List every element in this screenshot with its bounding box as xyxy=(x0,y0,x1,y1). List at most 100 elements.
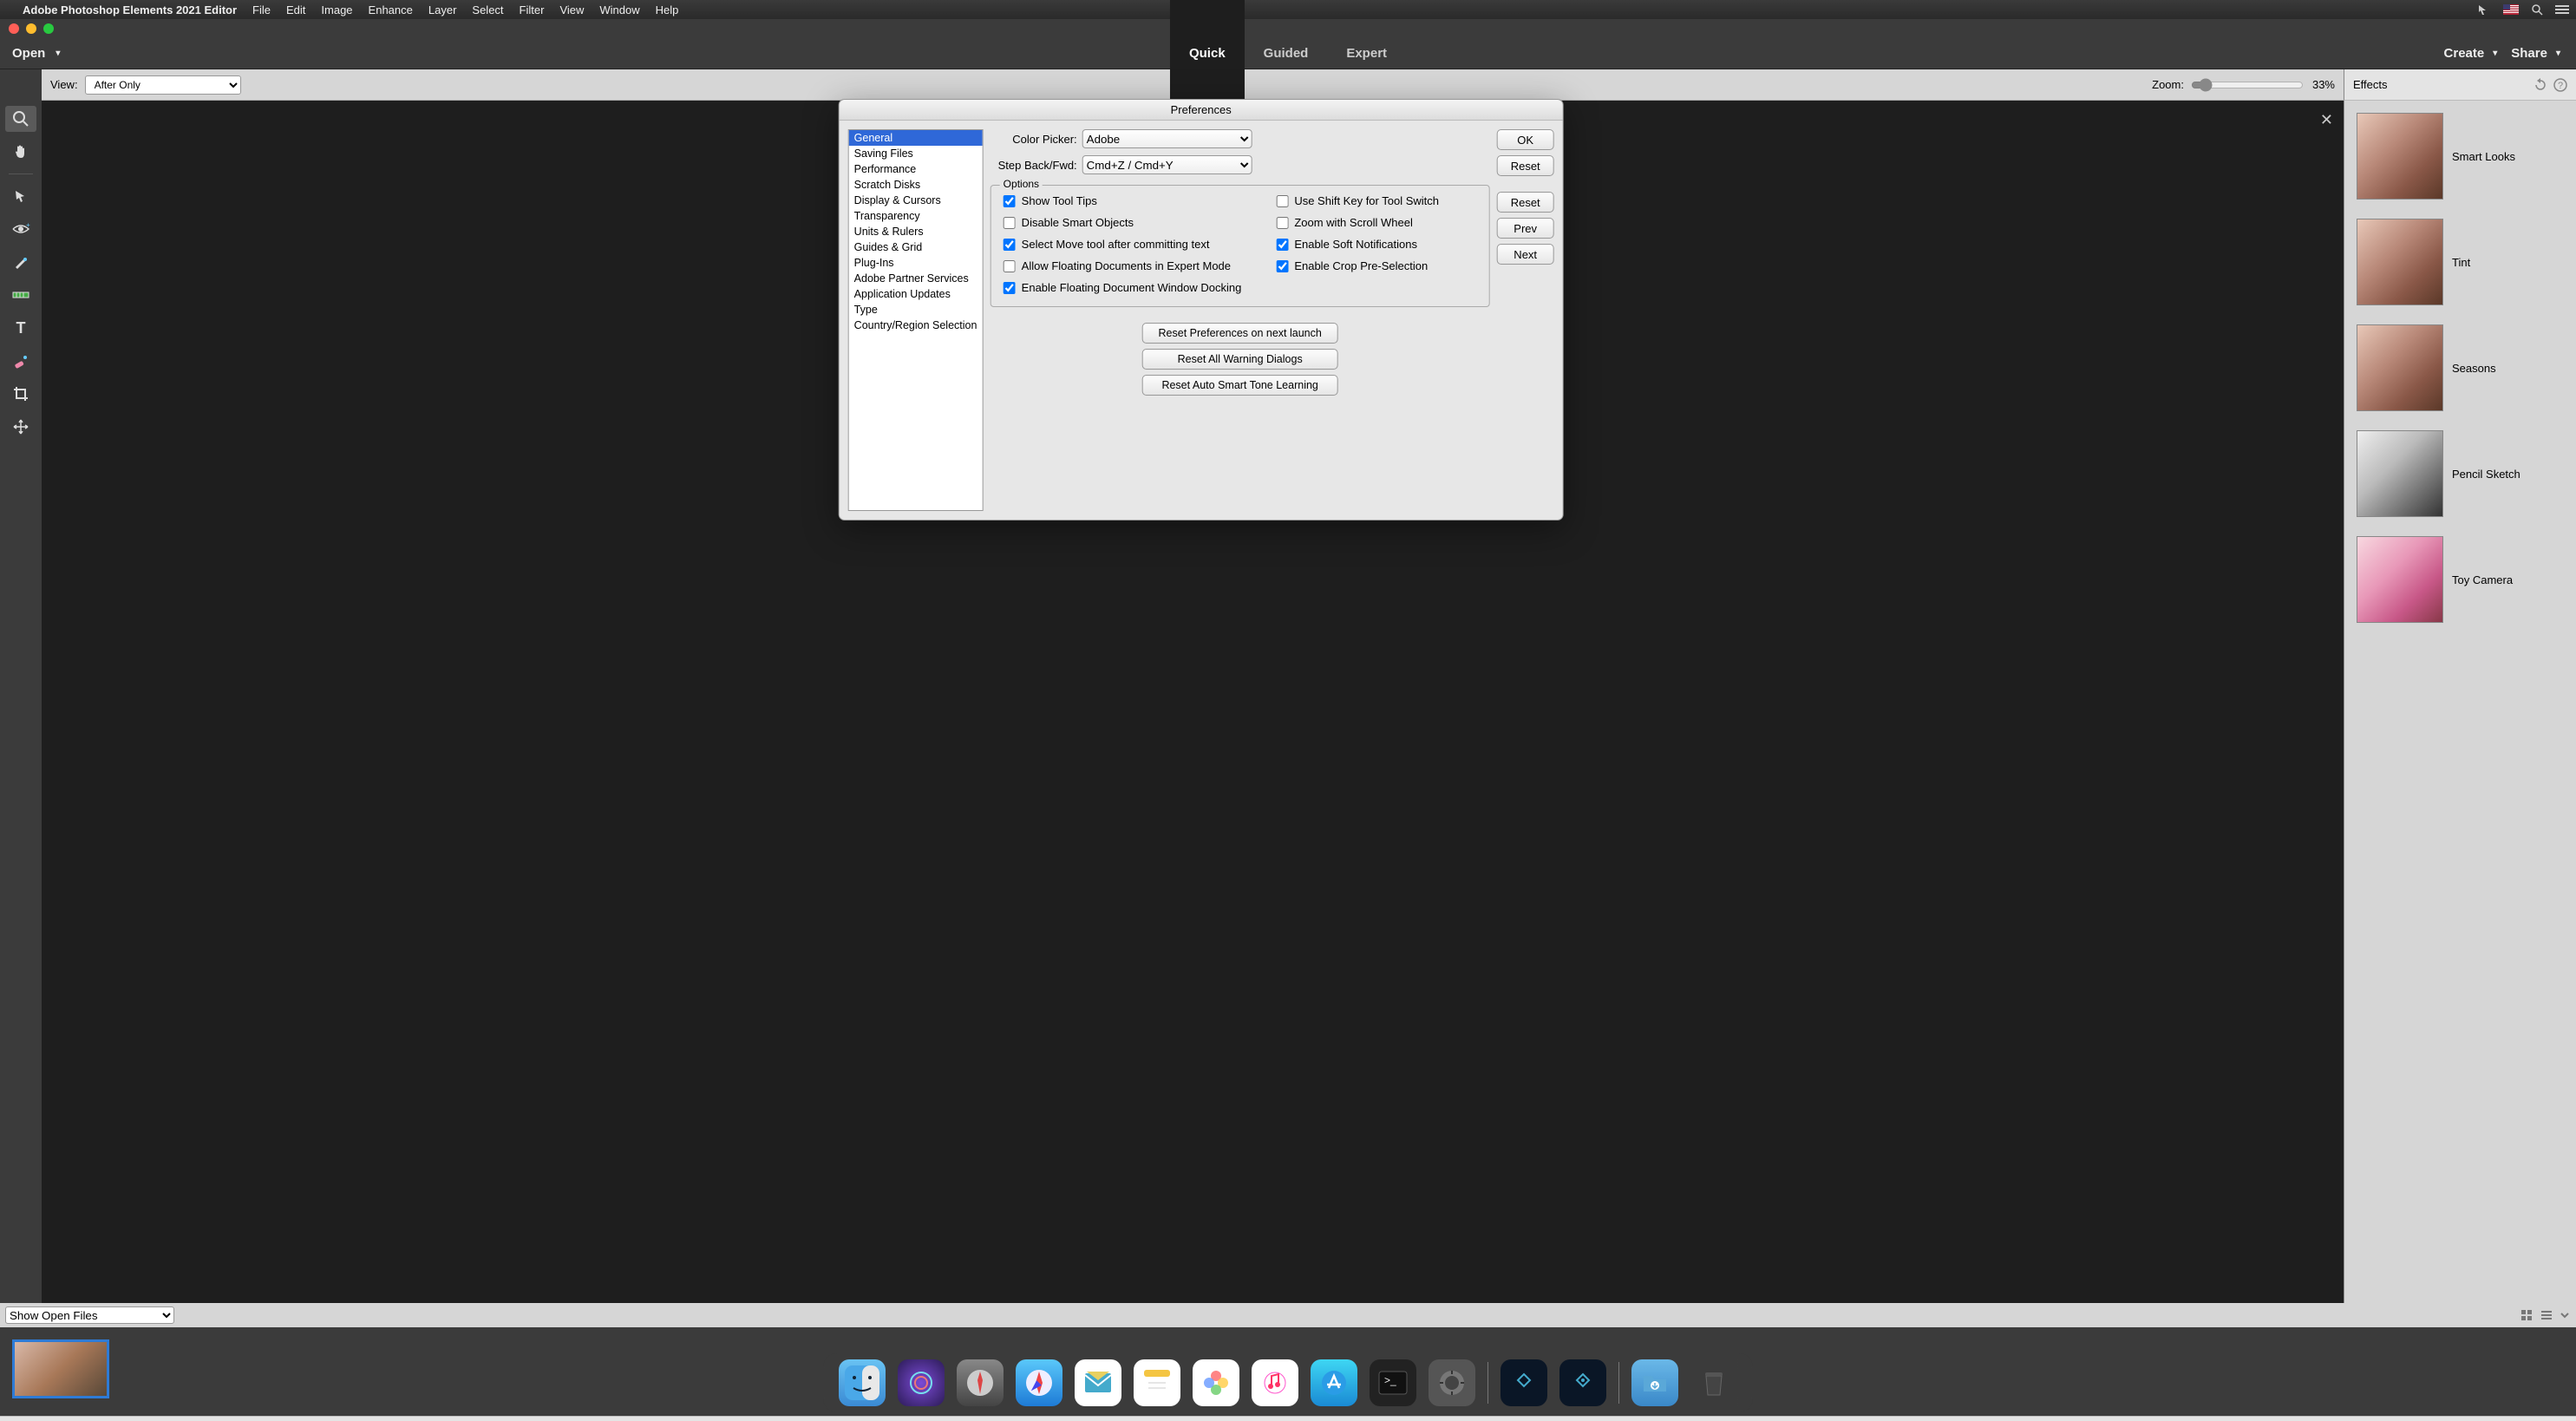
crop-tool[interactable] xyxy=(5,381,36,407)
pref-cat-display[interactable]: Display & Cursors xyxy=(849,193,983,208)
checkbox-input[interactable] xyxy=(1004,239,1016,251)
checkbox-input[interactable] xyxy=(1004,217,1016,229)
menu-select[interactable]: Select xyxy=(472,3,503,16)
whiten-tool[interactable] xyxy=(5,249,36,275)
effect-item[interactable]: Pencil Sketch xyxy=(2357,430,2564,517)
effect-item[interactable]: Tint xyxy=(2357,219,2564,305)
minimize-window-button[interactable] xyxy=(26,23,36,34)
pref-cat-scratch[interactable]: Scratch Disks xyxy=(849,177,983,193)
checkbox-input[interactable] xyxy=(1004,195,1016,207)
reset2-button[interactable]: Reset xyxy=(1497,192,1554,213)
dock-downloads[interactable] xyxy=(1631,1359,1678,1406)
prev-button[interactable]: Prev xyxy=(1497,218,1554,239)
pref-cat-performance[interactable]: Performance xyxy=(849,161,983,177)
close-doc-icon[interactable]: ✕ xyxy=(2320,111,2333,129)
effect-item[interactable]: Toy Camera xyxy=(2357,536,2564,623)
dock-safari[interactable] xyxy=(1016,1359,1062,1406)
option-checkbox[interactable]: Select Move tool after committing text xyxy=(1004,238,1242,251)
dock-music[interactable] xyxy=(1252,1359,1298,1406)
menu-enhance[interactable]: Enhance xyxy=(369,3,413,16)
dock-finder[interactable] xyxy=(839,1359,886,1406)
checkbox-input[interactable] xyxy=(1276,260,1288,272)
open-button[interactable]: Open xyxy=(0,38,72,69)
spot-heal-tool[interactable] xyxy=(5,348,36,374)
menu-help[interactable]: Help xyxy=(656,3,679,16)
close-window-button[interactable] xyxy=(9,23,19,34)
checkbox-input[interactable] xyxy=(1276,217,1288,229)
reset-effects-icon[interactable] xyxy=(2533,78,2548,92)
option-checkbox[interactable]: Show Tool Tips xyxy=(1004,194,1242,207)
pref-cat-plugins[interactable]: Plug-Ins xyxy=(849,255,983,271)
bin-filter-select[interactable]: Show Open Files xyxy=(5,1306,174,1324)
zoom-tool[interactable] xyxy=(5,106,36,132)
checkbox-input[interactable] xyxy=(1276,239,1288,251)
checkbox-input[interactable] xyxy=(1004,282,1016,294)
checkbox-input[interactable] xyxy=(1276,195,1288,207)
type-tool[interactable]: T xyxy=(5,315,36,341)
pref-cat-country[interactable]: Country/Region Selection xyxy=(849,318,983,333)
step-select[interactable]: Cmd+Z / Cmd+Y xyxy=(1082,155,1252,174)
option-checkbox[interactable]: Enable Crop Pre-Selection xyxy=(1276,259,1439,272)
grid-icon[interactable] xyxy=(2520,1309,2534,1321)
option-checkbox[interactable]: Enable Floating Document Window Docking xyxy=(1004,281,1242,294)
dock-trash[interactable] xyxy=(1690,1359,1737,1406)
pref-cat-type[interactable]: Type xyxy=(849,302,983,318)
menu-image[interactable]: Image xyxy=(321,3,352,16)
menu-icon[interactable] xyxy=(2555,4,2569,15)
reset-smarttone-button[interactable]: Reset Auto Smart Tone Learning xyxy=(1142,375,1338,396)
menu-edit[interactable]: Edit xyxy=(286,3,305,16)
dock-pse-organizer[interactable] xyxy=(1500,1359,1547,1406)
list-icon[interactable] xyxy=(2540,1309,2553,1321)
create-button[interactable]: Create xyxy=(2444,46,2498,61)
dock-mail[interactable] xyxy=(1075,1359,1121,1406)
dock-photos[interactable] xyxy=(1193,1359,1239,1406)
pref-cat-updates[interactable]: Application Updates xyxy=(849,286,983,302)
menu-view[interactable]: View xyxy=(559,3,584,16)
dock-settings[interactable] xyxy=(1429,1359,1475,1406)
next-button[interactable]: Next xyxy=(1497,244,1554,265)
effect-item[interactable]: Seasons xyxy=(2357,324,2564,411)
ok-button[interactable]: OK xyxy=(1497,129,1554,150)
chevron-down-icon[interactable] xyxy=(2559,1310,2571,1320)
cursor-icon[interactable] xyxy=(2477,3,2491,16)
option-checkbox[interactable]: Disable Smart Objects xyxy=(1004,216,1242,229)
option-checkbox[interactable]: Zoom with Scroll Wheel xyxy=(1276,216,1439,229)
reset-prefs-launch-button[interactable]: Reset Preferences on next launch xyxy=(1142,323,1338,344)
view-select[interactable]: After Only xyxy=(85,75,241,95)
zoom-slider[interactable] xyxy=(2191,78,2304,92)
spotlight-icon[interactable] xyxy=(2531,3,2543,16)
pref-cat-guides[interactable]: Guides & Grid xyxy=(849,239,983,255)
hand-tool[interactable] xyxy=(5,139,36,165)
reset-button[interactable]: Reset xyxy=(1497,155,1554,176)
quick-select-tool[interactable] xyxy=(5,183,36,209)
menu-window[interactable]: Window xyxy=(599,3,639,16)
pref-category-list[interactable]: General Saving Files Performance Scratch… xyxy=(848,129,984,511)
pref-cat-general[interactable]: General xyxy=(849,130,983,146)
dock-terminal[interactable]: >_ xyxy=(1370,1359,1416,1406)
help-icon[interactable]: ? xyxy=(2553,78,2567,92)
reset-warnings-button[interactable]: Reset All Warning Dialogs xyxy=(1142,349,1338,370)
dock-pse-editor[interactable] xyxy=(1559,1359,1606,1406)
dock-appstore[interactable] xyxy=(1311,1359,1357,1406)
pref-cat-saving[interactable]: Saving Files xyxy=(849,146,983,161)
move-tool[interactable] xyxy=(5,414,36,440)
menu-file[interactable]: File xyxy=(252,3,271,16)
option-checkbox[interactable]: Allow Floating Documents in Expert Mode xyxy=(1004,259,1242,272)
option-checkbox[interactable]: Enable Soft Notifications xyxy=(1276,238,1439,251)
share-button[interactable]: Share xyxy=(2511,46,2560,61)
effects-list[interactable]: Smart Looks Tint Seasons Pencil Sketch T… xyxy=(2344,101,2576,635)
menu-filter[interactable]: Filter xyxy=(520,3,545,16)
straighten-tool[interactable] xyxy=(5,282,36,308)
dock-siri[interactable] xyxy=(898,1359,945,1406)
flag-us-icon[interactable] xyxy=(2503,4,2519,15)
color-picker-select[interactable]: Adobe xyxy=(1082,129,1252,148)
checkbox-input[interactable] xyxy=(1004,260,1016,272)
dock-launchpad[interactable] xyxy=(957,1359,1004,1406)
pref-cat-transparency[interactable]: Transparency xyxy=(849,208,983,224)
dock-notes[interactable] xyxy=(1134,1359,1180,1406)
pref-cat-units[interactable]: Units & Rulers xyxy=(849,224,983,239)
pref-cat-partner[interactable]: Adobe Partner Services xyxy=(849,271,983,286)
effect-item[interactable]: Smart Looks xyxy=(2357,113,2564,200)
menu-layer[interactable]: Layer xyxy=(428,3,457,16)
option-checkbox[interactable]: Use Shift Key for Tool Switch xyxy=(1276,194,1439,207)
